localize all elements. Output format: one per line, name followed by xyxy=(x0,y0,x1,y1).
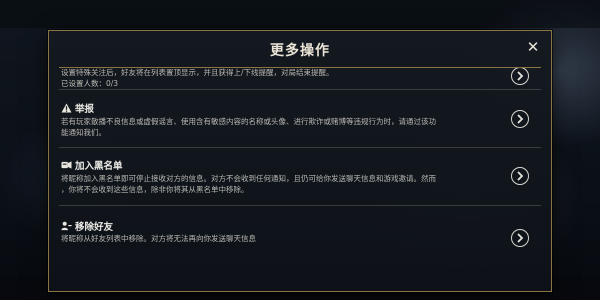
close-icon: ✕ xyxy=(526,38,540,56)
special-follow-arrow-button[interactable] xyxy=(511,68,529,85)
more-actions-dialog: 更多操作 ✕ 设置特殊关注后，好友将在列表置顶显示，并且获得上/下线提醒，对局结… xyxy=(48,30,552,292)
remove-friend-arrow-button[interactable] xyxy=(511,229,529,247)
description-line: 将昵称加入黑名单即可停止接收对方的信息。对方不会收到任何通知，且仍可给你发送聊天… xyxy=(61,174,436,183)
action-row-special-follow[interactable]: 设置特殊关注后，好友将在列表置顶显示，并且获得上/下线提醒，对局结束提醒。 已设… xyxy=(59,68,541,90)
remove-user-icon xyxy=(61,221,72,231)
chevron-right-icon xyxy=(517,171,524,181)
blacklist-description: 将昵称加入黑名单即可停止接收对方的信息。对方不会收到任何通知，且仍可给你发送聊天… xyxy=(61,173,501,195)
report-title: 举报 xyxy=(75,104,95,115)
remove-friend-description: 将昵称从好友列表中移除。对方将无法再向你发送聊天信息 xyxy=(61,233,501,244)
report-arrow-button[interactable] xyxy=(511,110,529,128)
report-description: 若有玩家散播不良信息或虚假谣言、使用含有敏感内容的名称或头像、进行欺诈或赌博等违… xyxy=(61,116,501,138)
description-line: 若有玩家散播不良信息或虚假谣言、使用含有敏感内容的名称或头像、进行欺诈或赌博等违… xyxy=(61,117,436,126)
remove-friend-heading: 移除好友 xyxy=(61,219,113,233)
block-user-icon xyxy=(61,161,72,169)
action-list: 设置特殊关注后，好友将在列表置顶显示，并且获得上/下线提醒，对局结束提醒。 已设… xyxy=(59,68,541,283)
chevron-right-icon xyxy=(517,233,524,243)
description-line: 设置特殊关注后，好友将在列表置顶显示，并且获得上/下线提醒，对局结束提醒。 xyxy=(61,68,334,77)
report-heading: 举报 xyxy=(61,101,94,115)
description-line: 已设置人数：0/3 xyxy=(61,79,119,88)
chevron-right-icon xyxy=(517,71,524,81)
description-line: 能通知我们。 xyxy=(61,128,106,137)
warning-icon xyxy=(61,103,72,113)
blacklist-heading: 加入黑名单 xyxy=(61,158,123,172)
action-row-report[interactable]: 举报 若有玩家散播不良信息或虚假谣言、使用含有敏感内容的名称或头像、进行欺诈或赌… xyxy=(59,90,541,148)
special-follow-description: 设置特殊关注后，好友将在列表置顶显示，并且获得上/下线提醒，对局结束提醒。 已设… xyxy=(61,68,501,89)
blacklist-title: 加入黑名单 xyxy=(75,161,123,172)
description-line: 将昵称从好友列表中移除。对方将无法再向你发送聊天信息 xyxy=(61,234,256,243)
chevron-right-icon xyxy=(517,114,524,124)
blacklist-arrow-button[interactable] xyxy=(511,167,529,185)
action-row-remove-friend[interactable]: 移除好友 将昵称从好友列表中移除。对方将无法再向你发送聊天信息 xyxy=(59,206,541,256)
close-button[interactable]: ✕ xyxy=(525,39,541,55)
remove-friend-title: 移除好友 xyxy=(75,222,114,233)
description-line: ，你将不会收到这些信息，除非你将其从黑名单中移除。 xyxy=(61,185,249,194)
action-row-blacklist[interactable]: 加入黑名单 将昵称加入黑名单即可停止接收对方的信息。对方不会收到任何通知，且仍可… xyxy=(59,148,541,206)
dialog-title: 更多操作 xyxy=(270,43,330,59)
